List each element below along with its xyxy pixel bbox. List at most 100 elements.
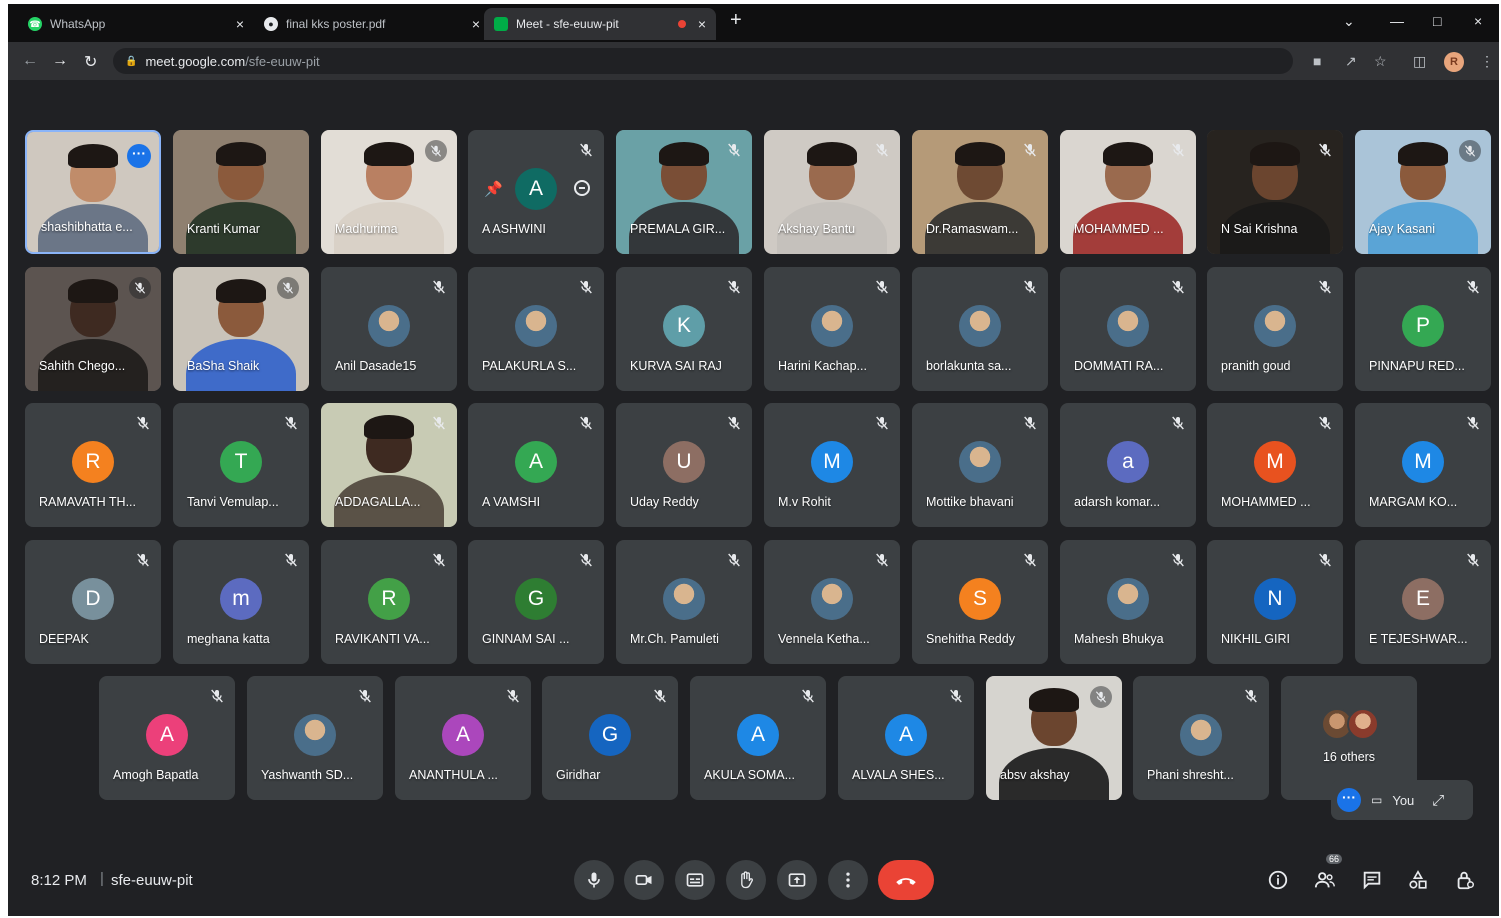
participant-tile[interactable]: a adarsh komar... bbox=[1060, 403, 1196, 527]
camera-button[interactable] bbox=[624, 860, 664, 900]
close-tab-icon[interactable]: × bbox=[472, 16, 480, 32]
close-window-icon[interactable]: × bbox=[1474, 13, 1482, 29]
participant-tile[interactable]: Vennela Ketha... bbox=[764, 540, 900, 664]
participant-tile[interactable]: A ANANTHULA ... bbox=[395, 676, 531, 800]
participant-tile[interactable]: Harini Kachap... bbox=[764, 267, 900, 391]
participant-tile[interactable]: Dr.Ramaswam... bbox=[912, 130, 1048, 254]
remove-icon[interactable] bbox=[574, 180, 590, 196]
new-tab-icon[interactable]: + bbox=[730, 9, 742, 32]
participant-tile[interactable]: A 📌 A ASHWINI bbox=[468, 130, 604, 254]
participant-tile[interactable]: Mottike bhavani bbox=[912, 403, 1048, 527]
close-tab-icon[interactable]: × bbox=[236, 16, 244, 32]
participant-tile[interactable]: G Giridhar bbox=[542, 676, 678, 800]
participant-tile[interactable]: ··· shashibhatta e... bbox=[25, 130, 161, 254]
minimize-icon[interactable]: — bbox=[1390, 13, 1404, 29]
participant-tile[interactable]: U Uday Reddy bbox=[616, 403, 752, 527]
browser-window: ☎ WhatsApp × ● final kks poster.pdf × Me… bbox=[8, 4, 1499, 916]
participant-tile[interactable]: T Tanvi Vemulap... bbox=[173, 403, 309, 527]
address-bar[interactable]: 🔒 meet.google.com /sfe-euuw-pit bbox=[113, 48, 1293, 74]
participant-tile[interactable]: R RAMAVATH TH... bbox=[25, 403, 161, 527]
participant-tile[interactable]: Mahesh Bhukya bbox=[1060, 540, 1196, 664]
participant-tile[interactable]: G GINNAM SAI ... bbox=[468, 540, 604, 664]
participant-tile[interactable]: Anil Dasade15 bbox=[321, 267, 457, 391]
chat-button[interactable] bbox=[1358, 866, 1386, 894]
participant-tile[interactable]: PALAKURLA S... bbox=[468, 267, 604, 391]
share-icon[interactable]: ↗ bbox=[1345, 53, 1357, 70]
host-controls-button[interactable] bbox=[1451, 866, 1479, 894]
participant-tile[interactable]: A A VAMSHI bbox=[468, 403, 604, 527]
tab-whatsapp[interactable]: ☎ WhatsApp × bbox=[18, 8, 254, 40]
pin-icon[interactable]: 📌 bbox=[484, 180, 503, 198]
side-panel-icon[interactable]: ◫ bbox=[1413, 53, 1426, 70]
participant-tile[interactable]: Phani shresht... bbox=[1133, 676, 1269, 800]
muted-mic-icon bbox=[277, 277, 299, 299]
leave-call-button[interactable] bbox=[878, 860, 934, 900]
participant-tile[interactable]: Mr.Ch. Pamuleti bbox=[616, 540, 752, 664]
participant-tile[interactable]: Sahith Chego... bbox=[25, 267, 161, 391]
close-tab-icon[interactable]: × bbox=[698, 16, 706, 32]
camera-in-use-icon[interactable]: ■ bbox=[1313, 53, 1321, 69]
expand-icon[interactable]: ⤢ bbox=[1432, 792, 1444, 809]
participant-tile[interactable]: Madhurima bbox=[321, 130, 457, 254]
participant-tile[interactable]: MOHAMMED ... bbox=[1060, 130, 1196, 254]
participant-tile[interactable]: N NIKHIL GIRI bbox=[1207, 540, 1343, 664]
participant-name: KURVA SAI RAJ bbox=[630, 359, 722, 373]
participant-tile[interactable]: R RAVIKANTI VA... bbox=[321, 540, 457, 664]
back-icon[interactable]: ← bbox=[22, 52, 38, 70]
people-button[interactable] bbox=[1311, 866, 1339, 894]
muted-mic-icon bbox=[431, 552, 447, 568]
forward-icon[interactable]: → bbox=[52, 52, 68, 70]
participant-tile[interactable]: A Amogh Bapatla bbox=[99, 676, 235, 800]
profile-photo bbox=[294, 714, 336, 756]
reload-icon[interactable]: ↻ bbox=[84, 52, 97, 72]
participant-tile[interactable]: P PINNAPU RED... bbox=[1355, 267, 1491, 391]
activities-button[interactable] bbox=[1404, 866, 1432, 894]
participant-tile[interactable]: E E TEJESHWAR... bbox=[1355, 540, 1491, 664]
participant-tile[interactable]: borlakunta sa... bbox=[912, 267, 1048, 391]
participant-tile[interactable]: N Sai Krishna bbox=[1207, 130, 1343, 254]
participant-tile[interactable]: Kranti Kumar bbox=[173, 130, 309, 254]
participant-tile[interactable]: A AKULA SOMA... bbox=[690, 676, 826, 800]
info-button[interactable] bbox=[1264, 866, 1292, 894]
bookmark-star-icon[interactable]: ☆ bbox=[1374, 53, 1387, 70]
participant-tile[interactable]: D DEEPAK bbox=[25, 540, 161, 664]
participant-tile[interactable]: M MOHAMMED ... bbox=[1207, 403, 1343, 527]
avatar: A bbox=[442, 714, 484, 756]
participant-tile[interactable]: M M.v Rohit bbox=[764, 403, 900, 527]
participant-tile[interactable]: Akshay Bantu bbox=[764, 130, 900, 254]
tab-pdf[interactable]: ● final kks poster.pdf × bbox=[254, 8, 490, 40]
participant-tile[interactable]: K KURVA SAI RAJ bbox=[616, 267, 752, 391]
participant-name: Phani shresht... bbox=[1147, 768, 1234, 782]
avatar: A bbox=[515, 441, 557, 483]
more-options-icon bbox=[846, 872, 850, 888]
more-options-icon[interactable]: ··· bbox=[127, 144, 151, 168]
more-options-icon[interactable]: ··· bbox=[1337, 788, 1361, 812]
participant-tile[interactable]: ADDAGALLA... bbox=[321, 403, 457, 527]
captions-button[interactable] bbox=[675, 860, 715, 900]
raise-hand-button[interactable] bbox=[726, 860, 766, 900]
participant-tile[interactable]: BaSha Shaik bbox=[173, 267, 309, 391]
microphone-button[interactable] bbox=[574, 860, 614, 900]
participant-tile[interactable]: PREMALA GIR... bbox=[616, 130, 752, 254]
maximize-icon[interactable]: □ bbox=[1433, 13, 1441, 29]
tab-meet[interactable]: Meet - sfe-euuw-pit × bbox=[484, 8, 716, 40]
participant-name: PINNAPU RED... bbox=[1369, 359, 1465, 373]
avatar: S bbox=[959, 578, 1001, 620]
profile-avatar[interactable]: R bbox=[1444, 52, 1464, 72]
browser-menu-icon[interactable]: ⋮ bbox=[1480, 53, 1494, 70]
meet-icon bbox=[494, 17, 508, 31]
participant-tile[interactable]: M MARGAM KO... bbox=[1355, 403, 1491, 527]
participant-tile[interactable]: absv akshay bbox=[986, 676, 1122, 800]
present-button[interactable] bbox=[777, 860, 817, 900]
self-preview[interactable]: ··· ▭ You ⤢ bbox=[1331, 780, 1473, 820]
participant-tile[interactable]: Ajay Kasani bbox=[1355, 130, 1491, 254]
participant-tile[interactable]: m meghana katta bbox=[173, 540, 309, 664]
muted-mic-icon bbox=[283, 415, 299, 431]
participant-tile[interactable]: A ALVALA SHES... bbox=[838, 676, 974, 800]
tab-search-icon[interactable]: ⌄ bbox=[1343, 13, 1355, 30]
participant-tile[interactable]: S Snehitha Reddy bbox=[912, 540, 1048, 664]
participant-tile[interactable]: Yashwanth SD... bbox=[247, 676, 383, 800]
participant-tile[interactable]: pranith goud bbox=[1207, 267, 1343, 391]
more-options-button[interactable] bbox=[828, 860, 868, 900]
participant-tile[interactable]: DOMMATI RA... bbox=[1060, 267, 1196, 391]
